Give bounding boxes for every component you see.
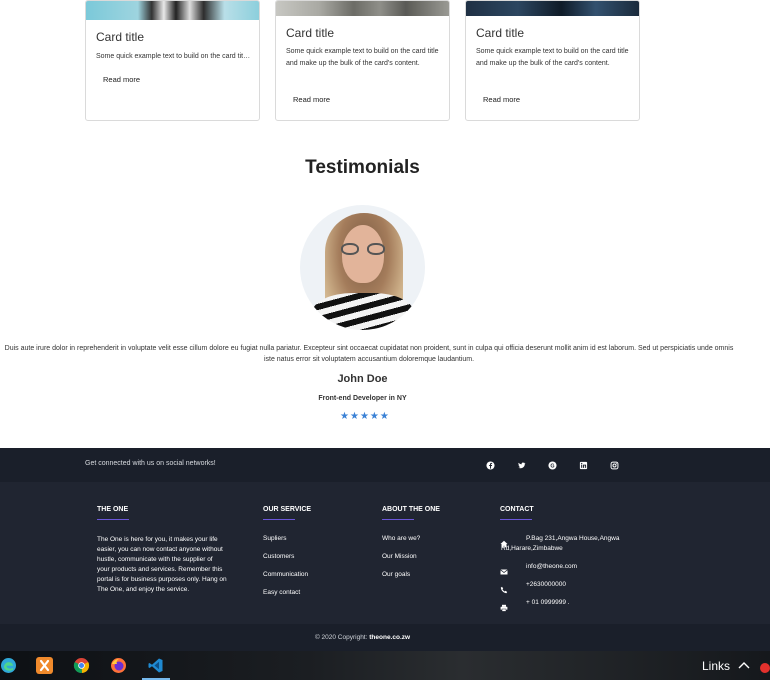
link-communication[interactable]: Communication (263, 571, 308, 578)
star-icon: ★ (340, 411, 349, 422)
facebook-icon[interactable] (485, 460, 495, 470)
windows-taskbar: Links (0, 651, 770, 680)
footer-title-the-one: THE ONE (97, 506, 129, 513)
title-underline (382, 519, 414, 520)
instagram-icon[interactable] (609, 460, 619, 470)
print-icon (500, 599, 508, 612)
read-more-link[interactable]: Read more (293, 95, 330, 104)
envelope-icon (500, 563, 508, 575)
card-image (466, 1, 639, 16)
footer-title-our-service: OUR SERVICE (263, 506, 312, 513)
link-our-goals[interactable]: Our goals (382, 571, 410, 578)
social-text: Get connected with us on social networks… (85, 460, 216, 467)
copyright-bar: © 2020 Copyright: theone.co.zw (0, 624, 770, 651)
link-suppliers[interactable]: Supliers (263, 535, 286, 542)
link-easy-contact[interactable]: Easy contact (263, 589, 300, 596)
title-underline (263, 519, 295, 520)
card-text: Some quick example text to build on the … (476, 48, 629, 67)
read-more-link[interactable]: Read more (103, 75, 140, 84)
read-more-link[interactable]: Read more (483, 95, 520, 104)
testimonial-quote: Duis aute irure dolor in reprehenderit i… (4, 345, 734, 363)
notification-icon[interactable] (760, 663, 770, 673)
link-who-are-we[interactable]: Who are we? (382, 535, 420, 542)
link-our-mission[interactable]: Our Mission (382, 553, 417, 560)
the-one-description: The One is here for you, it makes your l… (97, 536, 227, 593)
card-title: Card title (476, 26, 525, 40)
card-text: Some quick example text to build on the … (286, 48, 439, 67)
title-underline (500, 519, 532, 520)
card-1: Card title Some quick example text to bu… (85, 0, 260, 121)
card-title: Card title (286, 26, 335, 40)
star-icon: ★ (349, 411, 359, 422)
copyright-text: © 2020 Copyright: theone.co.zw (0, 634, 725, 641)
card-title: Card title (96, 30, 145, 44)
contact-phone: +2630000000 (526, 581, 566, 588)
contact-address: P.Bag 231,Angwa House,Angwa Rd,Harare,Zi… (501, 535, 620, 552)
copyright-site-link[interactable]: theone.co.zw (369, 634, 410, 641)
social-bar: Get connected with us on social networks… (0, 448, 770, 482)
testimonial-name: John Doe (337, 373, 388, 385)
linkedin-icon[interactable] (578, 460, 588, 470)
testimonials-heading: Testimonials (305, 157, 420, 178)
card-image (86, 1, 259, 20)
firefox-icon[interactable] (110, 657, 127, 674)
links-toolbar[interactable]: Links (702, 659, 730, 673)
star-icon: ★ (369, 411, 379, 422)
footer-title-contact: CONTACT (500, 506, 534, 513)
testimonial-avatar (300, 205, 425, 330)
vscode-icon[interactable] (147, 657, 164, 674)
card-image (276, 1, 449, 16)
card-3: Card title Some quick example text to bu… (465, 0, 640, 121)
xampp-icon[interactable] (36, 657, 53, 674)
main-footer: THE ONE The One is here for you, it make… (0, 482, 770, 624)
contact-email: info@theone.com (526, 563, 578, 570)
phone-icon (500, 581, 508, 594)
link-customers[interactable]: Customers (263, 553, 294, 560)
card-text: Some quick example text to build on the … (96, 53, 251, 60)
svg-text:G: G (550, 463, 554, 469)
star-rating: ★ ★ ★ ★ ★ (340, 412, 389, 422)
title-underline (97, 519, 129, 520)
google-icon[interactable]: G (547, 460, 557, 470)
twitter-icon[interactable] (516, 460, 526, 470)
footer-title-about: ABOUT THE ONE (382, 506, 440, 513)
copyright-prefix: © 2020 Copyright: (314, 634, 368, 641)
card-2: Card title Some quick example text to bu… (275, 0, 450, 121)
star-icon: ★ (379, 411, 389, 422)
testimonial-role: Front-end Developer in NY (318, 395, 407, 402)
chrome-icon[interactable] (73, 657, 90, 674)
star-icon: ★ (359, 411, 369, 422)
contact-fax: + 01 0999999 . (526, 599, 570, 606)
edge-icon[interactable] (0, 657, 17, 674)
chevron-up-icon[interactable] (738, 660, 750, 670)
